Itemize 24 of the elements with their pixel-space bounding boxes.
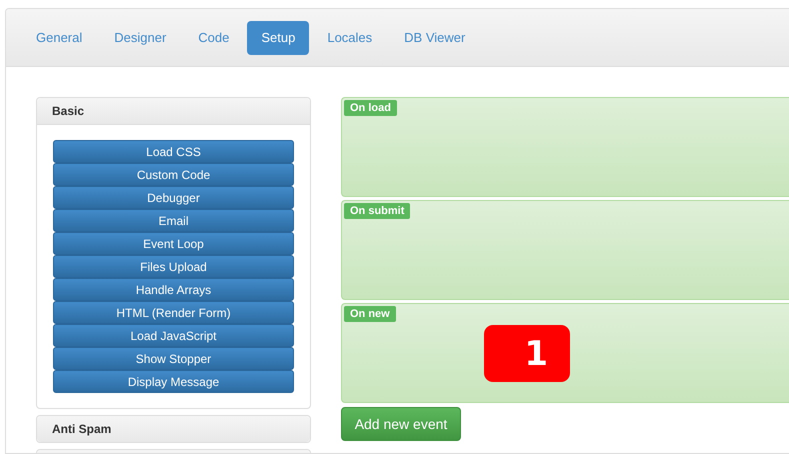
action-button[interactable]: Debugger [53,186,294,209]
action-button[interactable]: HTML (Render Form) [53,301,294,324]
tab[interactable]: Setup [247,20,310,54]
action-button[interactable]: Display Message [53,370,294,393]
tab[interactable]: Locales [313,20,386,54]
action-button[interactable]: Event Loop [53,232,294,255]
action-button[interactable]: Load CSS [53,140,294,163]
action-button[interactable]: Custom Code [53,163,294,186]
action-button[interactable]: Handle Arrays [53,278,294,301]
action-button[interactable]: Email [53,209,294,232]
action-button[interactable]: Load JavaScript [53,324,294,347]
add-event-button[interactable]: Add new event [341,407,461,441]
tab[interactable]: General [22,20,96,54]
tab[interactable]: DB Viewer [390,20,480,54]
action-button[interactable]: Show Stopper [53,347,294,370]
panel-header[interactable]: Basic [37,98,310,124]
tab[interactable]: Code [184,20,244,54]
panel-header[interactable]: Anti Spam [37,416,310,442]
event-label: On load [344,100,397,116]
marker-badge: 1 [484,325,570,382]
event-label: On submit [344,203,410,219]
tab[interactable]: Designer [100,20,180,54]
event-label: On new [344,306,396,322]
action-button[interactable]: Files Upload [53,255,294,278]
